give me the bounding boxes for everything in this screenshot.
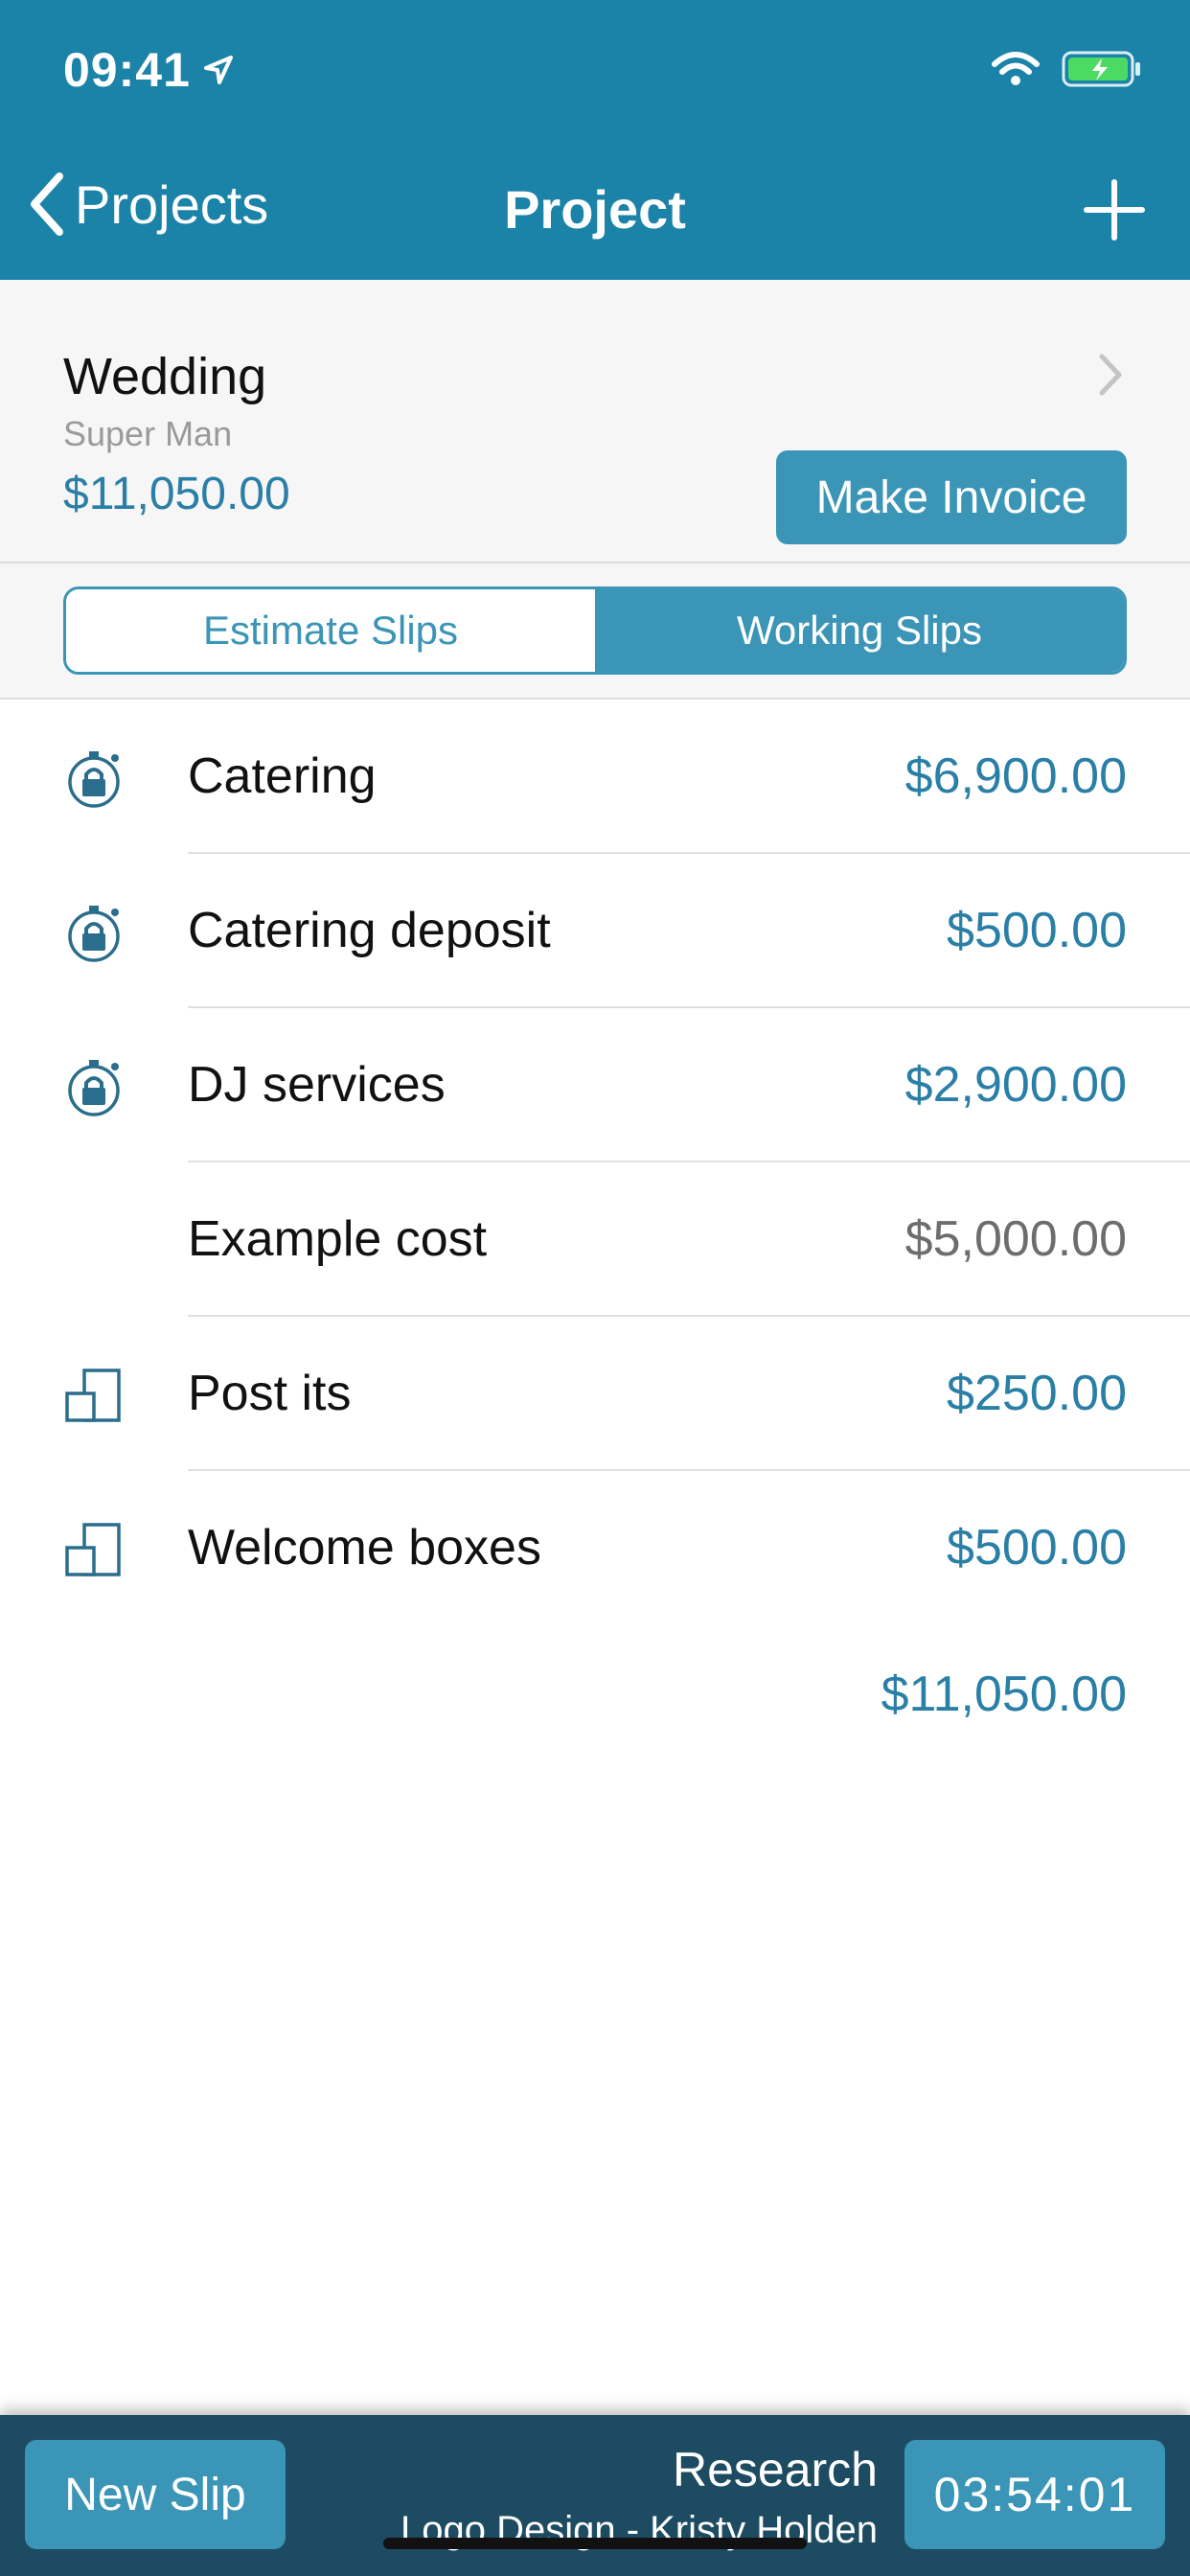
slip-amount: $500.00 — [947, 1520, 1127, 1576]
tab-estimate-slips[interactable]: Estimate Slips — [66, 589, 595, 672]
add-icon[interactable] — [1083, 178, 1146, 242]
slip-title: DJ services — [188, 1057, 446, 1113]
chevron-right-icon — [1099, 354, 1122, 396]
home-indicator — [383, 2538, 807, 2549]
tab-working-slips[interactable]: Working Slips — [595, 589, 1124, 672]
item-icon — [65, 1368, 121, 1422]
battery-charging-icon — [1062, 51, 1140, 87]
item-icon — [65, 1523, 121, 1576]
slip-type-selector: Estimate Slips Working Slips — [0, 564, 1190, 700]
slip-row[interactable]: Welcome boxes $500.00 — [0, 1471, 1190, 1625]
slip-amount: $500.00 — [947, 903, 1127, 958]
project-name: Wedding — [63, 348, 267, 405]
page-title: Project — [504, 179, 686, 240]
status-time-text: 09:41 — [63, 43, 191, 97]
slip-title: Welcome boxes — [188, 1520, 541, 1576]
active-timer-bar: New Slip Research Logo Design - Kristy H… — [0, 2415, 1190, 2576]
slips-list: Catering $6,900.00 Catering deposit $500… — [0, 700, 1190, 1722]
slip-title: Example cost — [188, 1211, 488, 1267]
timer-task-name[interactable]: Research — [673, 2442, 878, 2497]
slip-row[interactable]: Catering deposit $500.00 — [0, 854, 1190, 1008]
slip-row[interactable]: DJ services $2,900.00 — [0, 1008, 1190, 1162]
timer-icon — [68, 751, 120, 808]
status-indicators — [991, 50, 1142, 88]
new-slip-button[interactable]: New Slip — [25, 2440, 286, 2549]
slip-amount: $250.00 — [947, 1366, 1127, 1421]
slip-row[interactable]: Example cost $5,000.00 — [0, 1162, 1190, 1317]
location-arrow-icon — [203, 56, 233, 84]
slips-total: $11,050.00 — [881, 1667, 1127, 1722]
slip-title: Post its — [188, 1366, 352, 1421]
project-client: Super Man — [63, 414, 233, 453]
slip-title: Catering deposit — [188, 903, 551, 958]
timer-icon — [68, 906, 120, 962]
slip-amount: $6,900.00 — [904, 748, 1127, 804]
status-time: 09:41 — [63, 42, 235, 98]
wifi-icon — [992, 52, 1040, 85]
navigation-header: 09:41 Projects Project — [0, 0, 1190, 280]
project-total: $11,050.00 — [63, 469, 290, 519]
slip-row[interactable]: Catering $6,900.00 — [0, 700, 1190, 854]
slip-row[interactable]: Post its $250.00 — [0, 1317, 1190, 1471]
segmented-control: Estimate Slips Working Slips — [63, 586, 1127, 675]
project-summary[interactable]: Wedding Super Man $11,050.00 Make Invoic… — [0, 280, 1190, 564]
slip-amount: $2,900.00 — [904, 1057, 1127, 1113]
make-invoice-button[interactable]: Make Invoice — [776, 450, 1127, 544]
slip-amount: $5,000.00 — [904, 1211, 1127, 1267]
timer-icon — [68, 1060, 120, 1116]
timer-elapsed-button[interactable]: 03:54:01 — [904, 2440, 1165, 2549]
slip-title: Catering — [188, 748, 377, 804]
